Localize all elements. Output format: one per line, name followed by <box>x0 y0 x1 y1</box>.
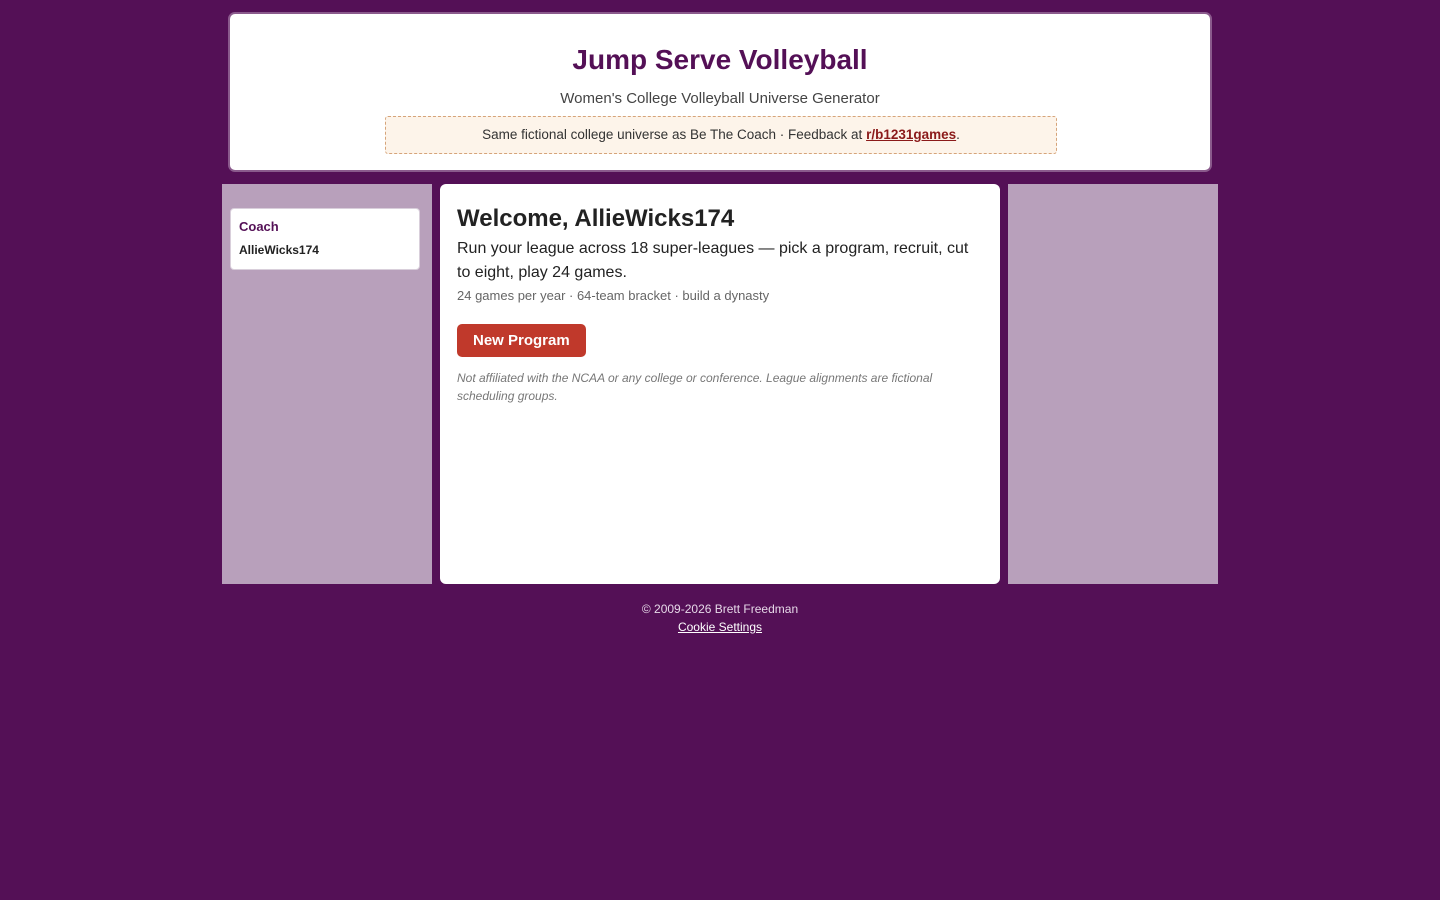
lead-text: Run your league across 18 super-leagues … <box>457 240 969 281</box>
meta-text: 24 games per year · 64-team bracket · bu… <box>457 288 770 303</box>
feedback-link[interactable]: r/b1231games <box>866 127 956 142</box>
welcome-heading: Welcome, AllieWicks174 <box>457 205 735 232</box>
right-sidebar <box>1008 184 1218 584</box>
coach-card: Coach AllieWicks174 <box>230 208 420 270</box>
site-title: Jump Serve Volleyball <box>572 44 868 75</box>
coach-name: AllieWicks174 <box>239 243 319 257</box>
notice-banner: Same fictional college universe as Be Th… <box>385 116 1057 154</box>
site-subtitle: Women's College Volleyball Universe Gene… <box>560 90 880 107</box>
new-program-button[interactable]: New Program <box>457 324 586 357</box>
copyright: © 2009-2026 Brett Freedman <box>641 602 799 616</box>
left-sidebar: Coach AllieWicks174 <box>222 184 432 584</box>
footer: © 2009-2026 Brett Freedman Cookie Settin… <box>0 600 1440 636</box>
notice-end: . <box>956 127 960 142</box>
main-panel: Welcome, AllieWicks174 Run your league a… <box>440 184 1000 584</box>
cookie-settings-link[interactable]: Cookie Settings <box>678 620 762 634</box>
disclaimer-text: Not affiliated with the NCAA or any coll… <box>457 371 933 403</box>
coach-label: Coach <box>239 219 279 234</box>
site-header: Jump Serve Volleyball Women's College Vo… <box>228 12 1212 172</box>
notice-text: Same fictional college universe as Be Th… <box>482 127 867 142</box>
